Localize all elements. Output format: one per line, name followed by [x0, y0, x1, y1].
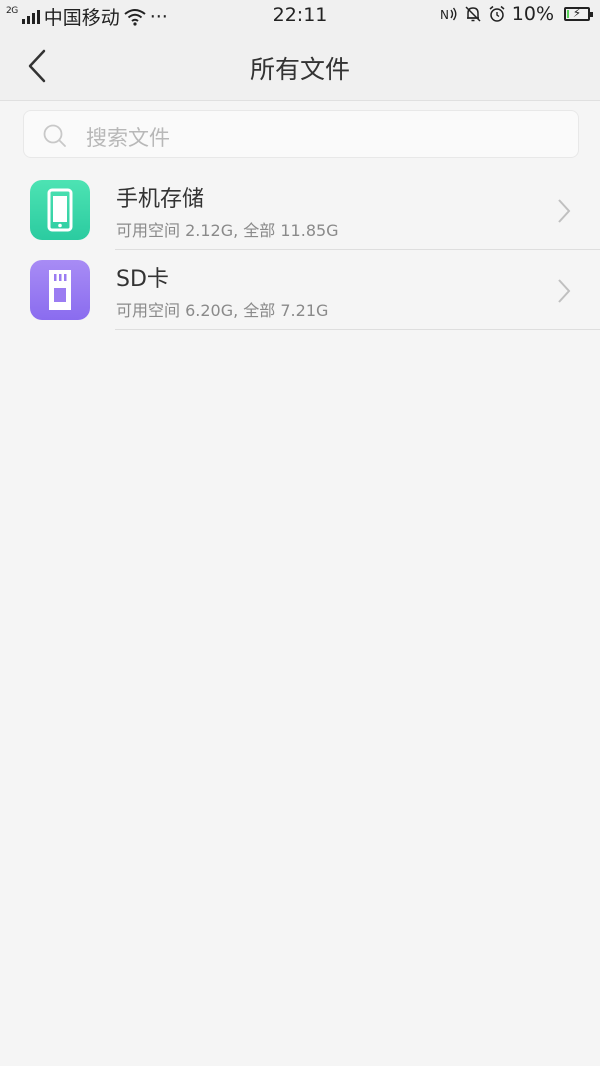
storage-list: 手机存储 可用空间 2.12G, 全部 11.85G SD卡 可用空间 6.20…: [0, 170, 600, 330]
item-title: SD卡: [116, 267, 169, 292]
title-bar: 所有文件: [0, 32, 600, 101]
search-placeholder: 搜索文件: [86, 126, 170, 150]
svg-text:N: N: [440, 8, 449, 22]
alarm-icon: [489, 5, 505, 22]
battery-percent: 10%: [511, 3, 554, 25]
nfc-icon: N: [440, 7, 457, 22]
list-item-phone-storage[interactable]: 手机存储 可用空间 2.12G, 全部 11.85G: [0, 170, 600, 250]
status-bar: 2G 中国移动 ··· 22:11 N 10% ⚡: [0, 0, 600, 32]
chevron-right-icon: [558, 279, 571, 303]
sd-card-icon: [30, 260, 90, 320]
mute-bell-icon: [465, 6, 481, 22]
battery-icon: ⚡: [564, 6, 593, 21]
page-title: 所有文件: [249, 55, 350, 84]
divider: [115, 329, 600, 330]
item-subtitle: 可用空间 6.20G, 全部 7.21G: [116, 301, 329, 320]
chevron-right-icon: [558, 199, 571, 223]
status-right: N 10% ⚡: [440, 3, 593, 25]
phone-icon: [30, 180, 90, 240]
search-icon: [43, 124, 66, 147]
list-item-sd-card[interactable]: SD卡 可用空间 6.20G, 全部 7.21G: [0, 250, 600, 330]
item-title: 手机存储: [116, 187, 205, 212]
item-subtitle: 可用空间 2.12G, 全部 11.85G: [116, 221, 339, 240]
search-input[interactable]: 搜索文件: [23, 110, 579, 158]
